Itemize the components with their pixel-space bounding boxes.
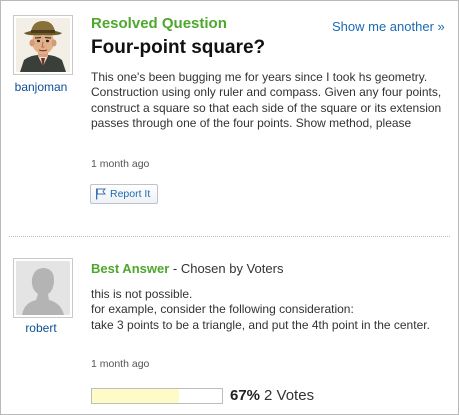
vote-percent: 67% (230, 387, 261, 404)
answer-line: for example, consider the following cons… (91, 302, 354, 317)
chosen-by-label: - Chosen by Voters (169, 261, 284, 276)
best-answer-heading: Best Answer (91, 261, 170, 276)
answerer-username[interactable]: robert (8, 321, 74, 335)
answer-body: this is not possible. for example, consi… (91, 287, 446, 333)
report-it-label: Report It (110, 188, 151, 200)
question-title: Four-point square? (91, 37, 266, 58)
question-status: Resolved Question (91, 15, 227, 32)
vote-bar-fill (92, 388, 180, 403)
report-it-button[interactable]: Report It (90, 184, 158, 204)
cartoon-man-avatar-icon (16, 18, 70, 72)
answerer-avatar[interactable] (13, 258, 73, 318)
question-panel: banjoman Resolved Question Show me anoth… (0, 0, 459, 415)
vote-bar (91, 387, 223, 404)
flag-icon (96, 188, 106, 200)
section-divider (9, 236, 450, 237)
answer-timestamp: 1 month ago (91, 358, 150, 370)
vote-summary: 67% 2 Votes (91, 387, 314, 404)
vote-count: 2 Votes (264, 387, 315, 404)
answer-line: this is not possible. (91, 287, 193, 301)
asker-username[interactable]: banjoman (8, 80, 74, 94)
question-body: This one's been bugging me for years sin… (91, 70, 442, 130)
best-answer-header: Best Answer - Chosen by Voters (91, 261, 283, 276)
default-silhouette-avatar-icon (16, 261, 70, 315)
asker-avatar[interactable] (13, 15, 73, 75)
show-another-link[interactable]: Show me another » (332, 19, 445, 34)
question-timestamp: 1 month ago (91, 158, 150, 170)
answer-line: take 3 points to be a triangle, and put … (91, 317, 430, 332)
